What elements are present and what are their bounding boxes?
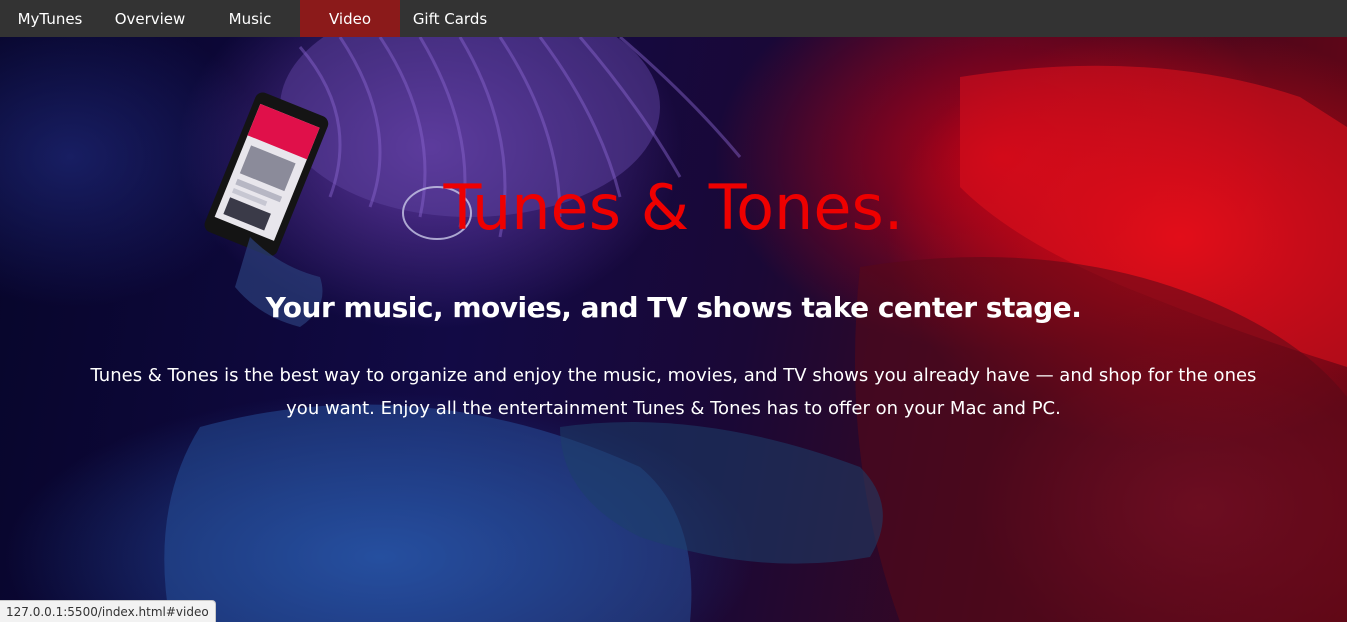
hero-subtitle: Your music, movies, and TV shows take ce… (265, 291, 1082, 324)
browser-status-url: 127.0.0.1:5500/index.html#video (0, 600, 216, 622)
hero-description: Tunes & Tones is the best way to organiz… (90, 365, 1257, 419)
nav-item-music[interactable]: Music (200, 0, 300, 37)
nav-item-overview[interactable]: Overview (100, 0, 200, 37)
nav-item-video[interactable]: Video (300, 0, 400, 37)
page: MyTunes Overview Music Video Gift Cards (0, 0, 1347, 622)
hero-title: Tunes & Tones. (443, 171, 904, 244)
nav-item-mytunes[interactable]: MyTunes (0, 0, 100, 37)
hero-background-image (164, 37, 1347, 622)
hero-section: Tunes & Tones. Your music, movies, and T… (0, 37, 1347, 622)
nav-item-gift-cards[interactable]: Gift Cards (400, 0, 500, 37)
top-navbar: MyTunes Overview Music Video Gift Cards (0, 0, 1347, 37)
